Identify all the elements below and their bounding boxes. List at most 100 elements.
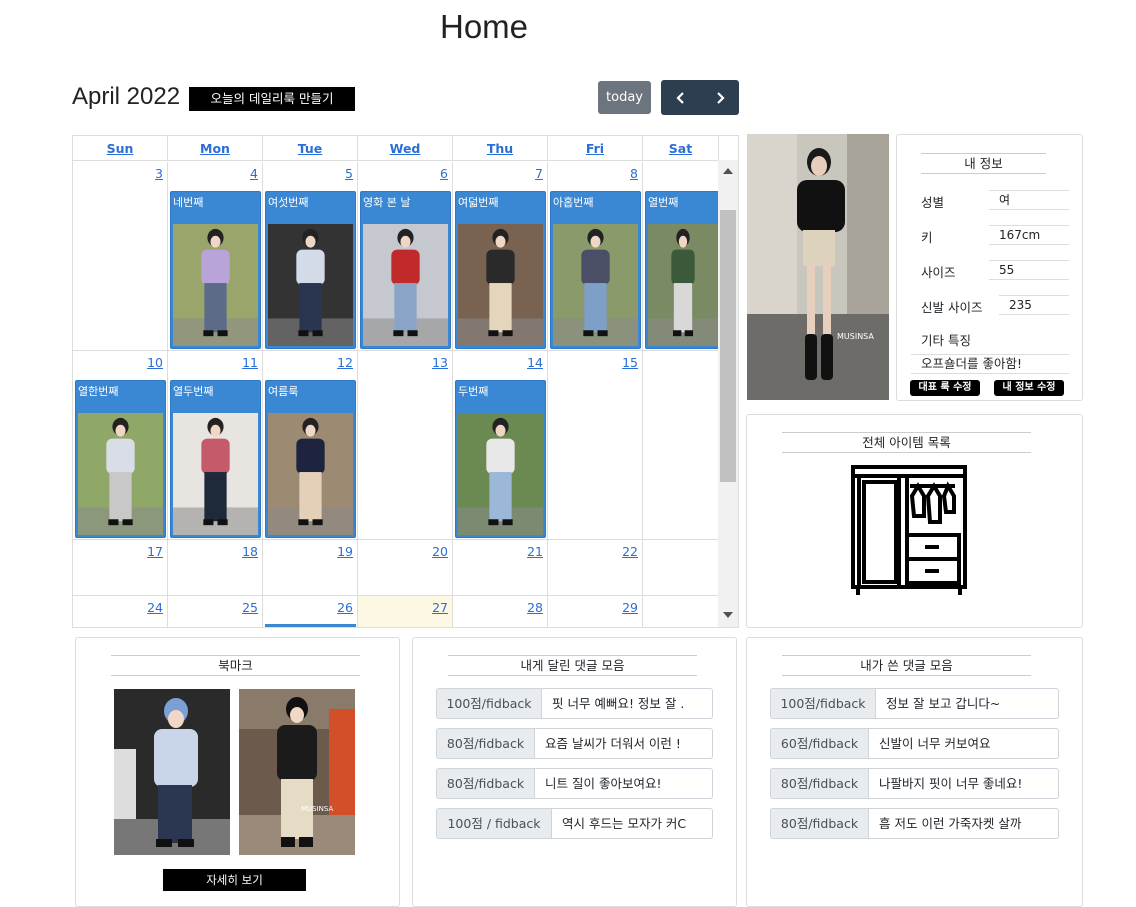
calendar-scrollbar[interactable] [718,160,738,627]
calendar-event[interactable]: 여름룩 [265,380,356,538]
day-number-link[interactable]: 21 [527,544,543,559]
comment-row[interactable]: 80점/fidback 니트 질이 좋아보여요! [436,768,713,799]
calendar-grid: 3 4 5 6 7 8 10 11 12 13 14 15 17 18 19 20 21 22 24 25 26 27 28… [73,162,718,627]
day-number-link[interactable]: 6 [440,166,448,181]
month-nav-group [661,80,739,115]
today-button[interactable]: today [598,81,651,114]
next-month-button[interactable] [700,80,739,115]
day-number-link[interactable]: 25 [242,600,258,615]
calendar-day-cell[interactable]: 25 [168,596,263,627]
calendar-day-cell[interactable]: 20 [358,540,453,596]
shoe-size-value: 235 [999,295,1069,315]
calendar-day-cell[interactable]: 28 [453,596,548,627]
prev-month-button[interactable] [661,80,700,115]
day-number-link[interactable]: 26 [337,600,353,615]
calendar-event[interactable]: 두번째 [455,380,546,538]
calendar-day-cell[interactable]: 17 [73,540,168,596]
comment-row[interactable]: 80점/fidback 요즘 날씨가 더워서 이런 ! [436,728,713,759]
comment-text[interactable]: 정보 잘 보고 갑니다~ [876,688,1059,719]
comment-row[interactable]: 80점/fidback 나팔바지 핏이 너무 좋네요! [770,768,1059,799]
day-number-link[interactable]: 27 [432,600,448,615]
day-number-link[interactable]: 8 [630,166,638,181]
calendar-day-cell[interactable]: 13 [358,351,453,540]
day-number-link[interactable]: 3 [155,166,163,181]
calendar-day-cell[interactable]: 19 [263,540,358,596]
daily-look-button[interactable]: 오늘의 데일리룩 만들기 [189,87,355,111]
calendar-event[interactable] [265,624,356,627]
scroll-thumb[interactable] [720,210,736,482]
weekday-header: Sun Mon Tue Wed Thu Fri Sat [73,136,738,161]
comment-text[interactable]: 요즘 날씨가 더워서 이런 ! [535,728,713,759]
weekday-fri[interactable]: Fri [548,136,643,161]
bookmark-photo-1[interactable] [114,689,230,855]
day-number-link[interactable]: 29 [622,600,638,615]
comment-row[interactable]: 60점/fidback 신발이 너무 커보여요 [770,728,1059,759]
day-number-link[interactable]: 14 [527,355,543,370]
calendar-event[interactable]: 여섯번째 [265,191,356,349]
weekday-sat[interactable]: Sat [643,136,719,161]
calendar-day-cell[interactable]: 3 [73,162,168,351]
day-number-link[interactable]: 7 [535,166,543,181]
day-number-link[interactable]: 19 [337,544,353,559]
calendar-day-cell[interactable]: 15 [548,351,643,540]
calendar-day-cell[interactable] [643,351,718,540]
calendar-day-cell[interactable]: 21 [453,540,548,596]
edit-rep-look-button[interactable]: 대표 룩 수정 [910,380,980,396]
day-number-link[interactable]: 17 [147,544,163,559]
comment-row[interactable]: 80점/fidback 흠 저도 이런 가죽자켓 살까 [770,808,1059,839]
calendar-event[interactable]: 열한번째 [75,380,166,538]
comment-row[interactable]: 100점/fidback 핏 너무 예뻐요! 정보 잘 . [436,688,713,719]
calendar-day-cell[interactable] [643,540,718,596]
weekday-thu[interactable]: Thu [453,136,548,161]
calendar-day-cell[interactable]: 27 [358,596,453,627]
calendar-day-cell[interactable]: 22 [548,540,643,596]
comment-text[interactable]: 니트 질이 좋아보여요! [535,768,713,799]
day-number-link[interactable]: 20 [432,544,448,559]
day-number-link[interactable]: 4 [250,166,258,181]
comment-text[interactable]: 나팔바지 핏이 너무 좋네요! [869,768,1059,799]
all-items-card[interactable]: 전체 아이템 목록 [746,414,1083,628]
comment-row[interactable]: 100점/fidback 정보 잘 보고 갑니다~ [770,688,1059,719]
day-number-link[interactable]: 28 [527,600,543,615]
day-number-link[interactable]: 15 [622,355,638,370]
calendar-event[interactable]: 영화 본 날 [360,191,451,349]
size-label: 사이즈 [921,265,956,280]
comment-text[interactable]: 흠 저도 이런 가죽자켓 살까 [869,808,1059,839]
calendar-event[interactable]: 열두번째 [170,380,261,538]
calendar-day-cell[interactable]: 24 [73,596,168,627]
calendar-event[interactable]: 열번째 [645,191,718,349]
bookmark-photo-2[interactable]: MUSINSA [239,689,355,855]
weekday-mon[interactable]: Mon [168,136,263,161]
scroll-down-arrow[interactable] [723,612,733,618]
event-title: 영화 본 날 [363,196,411,209]
weekday-sun[interactable]: Sun [73,136,168,161]
bookmark-watermark: MUSINSA [301,805,334,813]
comment-row[interactable]: 100점 / fidback 역시 후드는 모자가 커C [436,808,713,839]
day-number-link[interactable]: 13 [432,355,448,370]
written-comments-card: 내가 쓴 댓글 모음 100점/fidback 정보 잘 보고 갑니다~ 60점/f… [746,637,1083,907]
comment-text[interactable]: 핏 너무 예뻐요! 정보 잘 . [542,688,713,719]
scroll-up-arrow[interactable] [723,168,733,174]
comment-score: 80점/fidback [436,728,535,759]
day-number-link[interactable]: 10 [147,355,163,370]
day-number-link[interactable]: 12 [337,355,353,370]
calendar-event[interactable]: 아홉번째 [550,191,641,349]
edit-info-button[interactable]: 내 정보 수정 [994,380,1064,396]
calendar-event[interactable]: 여덟번째 [455,191,546,349]
day-number-link[interactable]: 24 [147,600,163,615]
day-number-link[interactable]: 18 [242,544,258,559]
weekday-tue[interactable]: Tue [263,136,358,161]
calendar-event[interactable]: 네번째 [170,191,261,349]
comment-score: 80점/fidback [770,768,869,799]
comment-text[interactable]: 신발이 너무 커보여요 [869,728,1059,759]
day-number-link[interactable]: 11 [242,355,258,370]
comment-text[interactable]: 역시 후드는 모자가 커C [552,808,713,839]
bookmark-detail-button[interactable]: 자세히 보기 [163,869,306,891]
calendar-day-cell[interactable] [643,596,718,627]
event-outfit-photo [173,224,258,346]
calendar-day-cell[interactable]: 29 [548,596,643,627]
day-number-link[interactable]: 22 [622,544,638,559]
day-number-link[interactable]: 5 [345,166,353,181]
weekday-wed[interactable]: Wed [358,136,453,161]
calendar-day-cell[interactable]: 18 [168,540,263,596]
